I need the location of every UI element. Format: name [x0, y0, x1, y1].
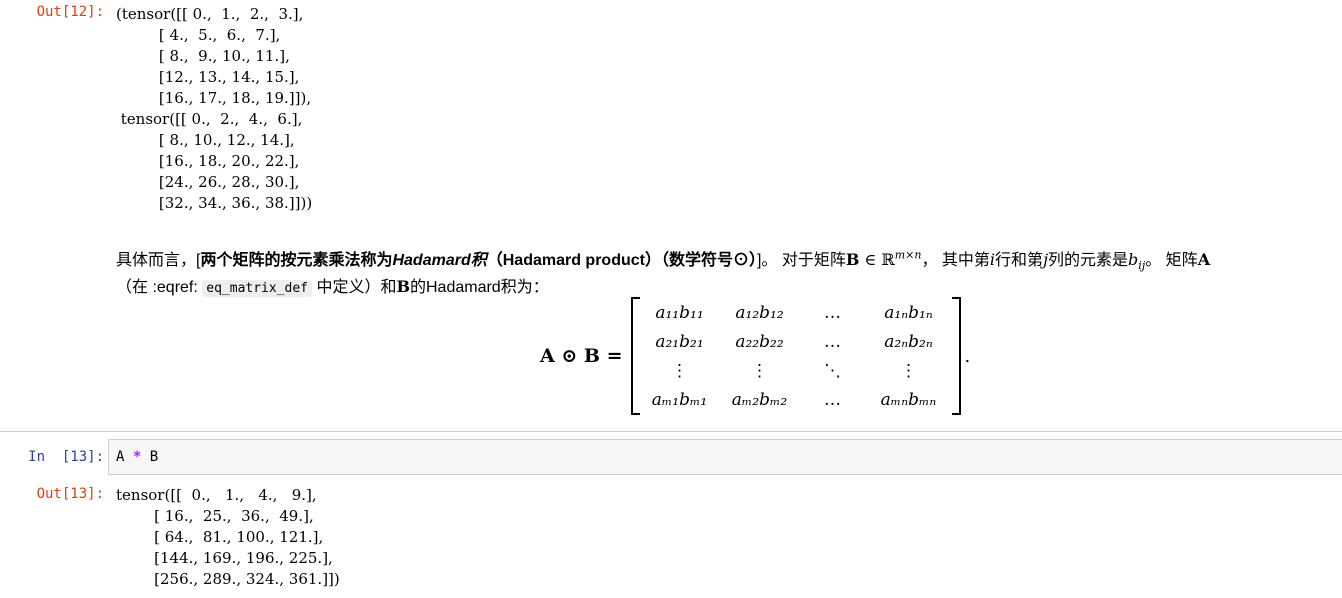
equation-lhs: A ⊙ B =: [540, 345, 623, 367]
md-bold-a: 两个矩阵的按元素乘法称为: [200, 252, 393, 269]
left-bracket: [630, 297, 640, 415]
math-dims: m×n: [894, 248, 922, 262]
output-13: tensor([[ 0., 1., 4., 9.], [ 16., 25., 3…: [116, 486, 340, 588]
matrix-cell: a₂₂b₂₂: [735, 331, 784, 352]
code-token-b: B: [149, 449, 159, 465]
out-prompt-13: Out[13]:: [36, 486, 104, 502]
math-matrix-b-2: B: [396, 277, 410, 296]
md-mid-text: ， 其中第: [921, 252, 990, 269]
md-tail-text: 。 矩阵: [1145, 252, 1198, 269]
md-bold-b: （Hadamard product）（数学符号⊙）: [486, 252, 757, 269]
math-matrix-b: B: [845, 250, 860, 269]
matrix-cell: …: [824, 331, 841, 352]
inline-code: eq_matrix_def: [202, 280, 313, 297]
md-col-text: 列的元素是: [1048, 252, 1129, 269]
output-12: (tensor([[ 0., 1., 2., 3.], [ 4., 5., 6.…: [116, 5, 313, 212]
matrix-cell: a₁ₙb₁ₙ: [884, 302, 933, 323]
right-bracket: [951, 297, 961, 415]
cell-separator: [0, 431, 1342, 432]
matrix-cell: …: [824, 302, 841, 323]
md-line2-post: 的Hadamard积为：: [410, 279, 549, 296]
matrix-cell: ⋮: [751, 360, 768, 381]
matrix-cell: aₘ₁bₘ₁: [651, 389, 708, 410]
md-line2-pre: （在 :eqref:: [116, 279, 203, 296]
matrix-cell: a₁₂b₁₂: [735, 302, 784, 323]
markdown-line-1: 具体而言，[两个矩阵的按元素乘法称为Hadamard积（Hadamard pro…: [116, 246, 1211, 273]
code-input-13[interactable]: A * B: [108, 439, 1342, 475]
matrix-cell: a₂₁b₂₁: [655, 331, 704, 352]
hadamard-equation: A ⊙ B = a₁₁b₁₁ a₁₂b₁₂ … a₁ₙb₁ₙ a₂₁b₂₁ a₂…: [540, 296, 970, 416]
matrix-cell: aₘ₂bₘ₂: [731, 389, 788, 410]
md-row-text: 行和第: [995, 252, 1044, 269]
md-line2-mid: 中定义）和: [312, 279, 397, 296]
matrix-cell: a₂ₙb₂ₙ: [884, 331, 933, 352]
md-after-bold: ]。 对于矩阵: [756, 252, 846, 269]
markdown-line-2: （在 :eqref: eq_matrix_def 中定义）和B的Hadamard…: [116, 273, 549, 297]
math-matrix-a: A: [1197, 250, 1211, 269]
math-var-b: b: [1128, 250, 1139, 269]
matrix-cell: ⋮: [900, 360, 917, 381]
code-operator: *: [132, 449, 142, 465]
matrix-cell: ⋮: [671, 360, 688, 381]
matrix-cell: a₁₁b₁₁: [655, 302, 704, 323]
in-prompt-13: In [13]:: [28, 449, 104, 465]
matrix-grid: a₁₁b₁₁ a₁₂b₁₂ … a₁ₙb₁ₙ a₂₁b₂₁ a₂₂b₂₂ … a…: [640, 298, 952, 414]
matrix-cell: ⋱: [824, 360, 841, 381]
out-prompt-12: Out[12]:: [36, 4, 104, 20]
matrix-cell: aₘₙbₘₙ: [880, 389, 937, 410]
math-in-reals: ∈ ℝ: [859, 250, 895, 269]
md-lead: 具体而言，[: [116, 252, 201, 269]
equation-period: .: [964, 345, 971, 367]
matrix-cell: …: [824, 389, 841, 410]
md-bold-italic: Hadamard积: [392, 252, 487, 269]
code-token-a: A: [116, 449, 125, 465]
